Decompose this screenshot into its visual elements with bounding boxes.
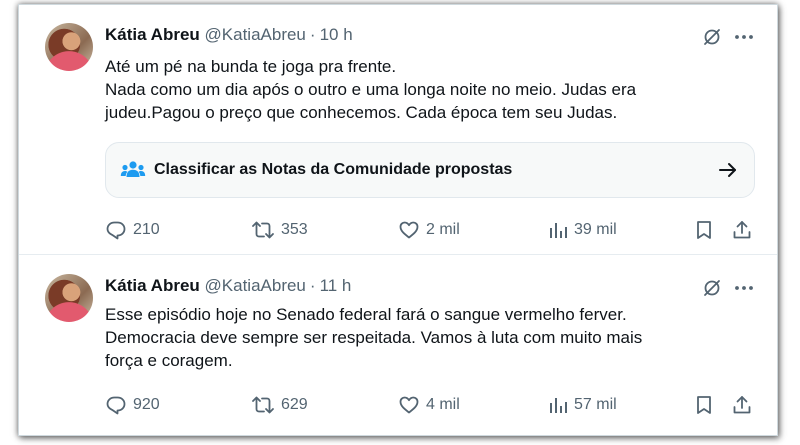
separator: ·: [309, 276, 316, 295]
views-button[interactable]: 39 mil: [548, 217, 617, 243]
author-handle[interactable]: @KatiaAbreu: [205, 25, 306, 44]
tweet-text-line: força e coragem.: [105, 351, 233, 370]
reply-count: 920: [133, 396, 160, 413]
views-count: 39 mil: [574, 221, 617, 238]
retweet-button[interactable]: 353: [251, 217, 308, 243]
retweet-icon: [252, 221, 274, 239]
tweet-text-line: Até um pé na bunda te joga pra frente.: [105, 57, 397, 76]
share-icon: [733, 221, 751, 239]
people-icon: [120, 160, 146, 180]
share-icon: [733, 396, 751, 414]
avatar[interactable]: [45, 23, 93, 71]
tweet-text-line: Nada como um dia após o outro e uma long…: [105, 80, 637, 99]
reply-icon: [106, 221, 126, 240]
reply-button[interactable]: 920: [105, 392, 160, 418]
separator: ·: [309, 25, 316, 44]
like-button[interactable]: 4 mil: [398, 392, 460, 418]
bookmark-button[interactable]: [694, 392, 714, 418]
bookmark-icon: [697, 221, 711, 239]
views-button[interactable]: 57 mil: [548, 392, 617, 418]
author-name[interactable]: Kátia Abreu: [105, 276, 200, 295]
tweet-text: Até um pé na bunda te joga pra frente. N…: [105, 55, 755, 124]
retweet-count: 629: [281, 396, 308, 413]
bookmark-icon: [697, 396, 711, 414]
like-icon: [399, 221, 419, 239]
author-handle[interactable]: @KatiaAbreu: [205, 276, 306, 295]
like-icon: [399, 396, 419, 414]
tweet-header: Kátia Abreu @KatiaAbreu · 11 h: [105, 276, 351, 296]
timestamp[interactable]: 10 h: [320, 25, 353, 44]
retweet-count: 353: [281, 221, 308, 238]
tweet-text-line: Democracia deve sempre ser respeitada. V…: [105, 328, 643, 347]
timeline: Kátia Abreu @KatiaAbreu · 10 h Até um pé n…: [18, 4, 778, 436]
community-notes-label: Classificar as Notas da Comunidade propo…: [154, 161, 513, 178]
bookmark-button[interactable]: [694, 217, 714, 243]
tweet[interactable]: Kátia Abreu @KatiaAbreu · 10 h Até um pé n…: [19, 5, 777, 255]
reply-count: 210: [133, 221, 160, 238]
share-button[interactable]: [731, 217, 753, 243]
grok-icon[interactable]: [702, 27, 722, 47]
tweet-actions: 920 629 4 mil 57 mil: [105, 392, 755, 418]
tweet-header: Kátia Abreu @KatiaAbreu · 10 h: [105, 25, 353, 45]
like-count: 4 mil: [426, 396, 460, 413]
tweet-text-line: judeu.Pagou o preço que conhecemos. Cada…: [105, 103, 618, 122]
views-icon: [550, 223, 567, 238]
reply-icon: [106, 396, 126, 415]
retweet-button[interactable]: 629: [251, 392, 308, 418]
tweet[interactable]: Kátia Abreu @KatiaAbreu · 11 h Esse episód…: [19, 255, 777, 435]
more-icon[interactable]: [733, 27, 755, 47]
arrow-right-icon: [718, 161, 738, 179]
tweet-text-line: Esse episódio hoje no Senado federal far…: [105, 305, 627, 324]
community-notes-button[interactable]: Classificar as Notas da Comunidade propo…: [105, 142, 755, 198]
like-button[interactable]: 2 mil: [398, 217, 460, 243]
more-icon[interactable]: [733, 278, 755, 298]
timestamp[interactable]: 11 h: [320, 276, 352, 295]
author-name[interactable]: Kátia Abreu: [105, 25, 200, 44]
tweet-actions: 210 353 2 mil 39 mil: [105, 217, 755, 243]
tweet-text: Esse episódio hoje no Senado federal far…: [105, 303, 755, 372]
views-count: 57 mil: [574, 396, 617, 413]
retweet-icon: [252, 396, 274, 414]
share-button[interactable]: [731, 392, 753, 418]
avatar[interactable]: [45, 274, 93, 322]
like-count: 2 mil: [426, 221, 460, 238]
views-icon: [550, 398, 567, 413]
reply-button[interactable]: 210: [105, 217, 160, 243]
grok-icon[interactable]: [702, 278, 722, 298]
